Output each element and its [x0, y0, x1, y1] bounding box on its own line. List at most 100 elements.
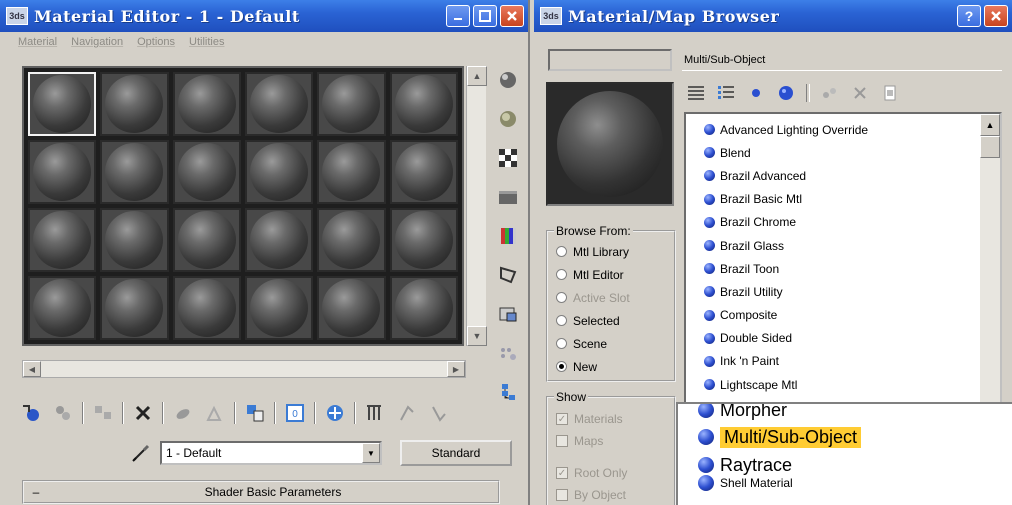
list-item[interactable]: Brazil Chrome — [686, 211, 1000, 234]
go-forward-to-sibling-button[interactable] — [426, 400, 452, 426]
menu-utilities[interactable]: Utilities — [189, 36, 224, 48]
list-item[interactable]: Composite — [686, 304, 1000, 327]
slot-vertical-scrollbar[interactable]: ▲ ▼ — [466, 66, 487, 346]
list-item[interactable]: Ink 'n Paint — [686, 350, 1000, 373]
magnified-list-item[interactable]: Raytrace — [678, 454, 1012, 476]
material-name-value[interactable]: 1 - Default — [162, 446, 362, 460]
make-unique-button[interactable] — [170, 400, 196, 426]
sample-slot[interactable] — [245, 276, 314, 340]
list-item[interactable]: Brazil Glass — [686, 234, 1000, 257]
browse-from-radio[interactable]: Scene — [556, 332, 674, 355]
checkbox-box[interactable]: ✓ — [556, 413, 568, 425]
view-small-icons-button[interactable] — [746, 83, 766, 103]
put-material-to-scene-button[interactable] — [50, 400, 76, 426]
sample-slot[interactable] — [28, 276, 97, 340]
select-by-material-button[interactable] — [494, 339, 522, 367]
chevron-down-icon[interactable]: ▼ — [362, 443, 380, 463]
list-item[interactable]: Brazil Advanced — [686, 164, 1000, 187]
effects-channel-zero-button[interactable]: 0 — [282, 400, 308, 426]
browser-search-input[interactable] — [548, 49, 672, 71]
scroll-down-arrow[interactable]: ▼ — [467, 326, 487, 346]
update-scene-materials-button[interactable] — [820, 83, 840, 103]
video-color-check-button[interactable] — [494, 222, 522, 250]
radio-circle[interactable] — [556, 246, 567, 257]
reset-material-button[interactable] — [130, 400, 156, 426]
browse-from-radio[interactable]: Active Slot — [556, 286, 674, 309]
scroll-up-arrow[interactable]: ▲ — [467, 66, 487, 86]
radio-circle[interactable] — [556, 315, 567, 326]
go-to-parent-button[interactable] — [394, 400, 420, 426]
checkbox-box[interactable] — [556, 435, 568, 447]
sample-slot[interactable] — [245, 140, 314, 204]
background-button[interactable] — [494, 144, 522, 172]
maximize-button[interactable] — [473, 5, 497, 27]
scroll-left-arrow[interactable]: ◀ — [23, 361, 41, 377]
browse-from-radio[interactable]: Selected — [556, 309, 674, 332]
sample-slot[interactable] — [245, 72, 314, 136]
radio-circle[interactable] — [556, 269, 567, 280]
by-object-checkbox[interactable]: By Object — [556, 484, 674, 505]
sample-slot[interactable] — [317, 208, 386, 272]
sample-slot[interactable] — [28, 72, 97, 136]
list-item[interactable]: Brazil Utility — [686, 280, 1000, 303]
checkbox-box[interactable] — [556, 489, 568, 501]
sample-slot[interactable] — [172, 140, 241, 204]
put-to-library-button[interactable] — [202, 400, 228, 426]
options-button[interactable] — [494, 300, 522, 328]
list-scroll-thumb[interactable] — [980, 136, 1000, 158]
radio-circle[interactable] — [556, 338, 567, 349]
list-item[interactable]: Brazil Toon — [686, 257, 1000, 280]
magnified-list-item[interactable]: Multi/Sub-Object — [678, 420, 1012, 454]
menu-navigation[interactable]: Navigation — [71, 36, 123, 48]
root-only-checkbox[interactable]: ✓ Root Only — [556, 462, 674, 484]
list-item[interactable]: Double Sided — [686, 327, 1000, 350]
sample-slot[interactable] — [245, 208, 314, 272]
slot-horizontal-scrollbar[interactable]: ◀ ▶ — [22, 360, 466, 378]
view-large-icons-button[interactable] — [776, 83, 796, 103]
show-map-in-viewport-button[interactable] — [322, 400, 348, 426]
sample-slot[interactable] — [389, 208, 458, 272]
minimize-button[interactable] — [446, 5, 470, 27]
list-item[interactable]: Brazil Basic Mtl — [686, 188, 1000, 211]
browse-from-radio[interactable]: Mtl Editor — [556, 263, 674, 286]
list-item[interactable]: Advanced Lighting Override — [686, 118, 1000, 141]
sample-slot[interactable] — [317, 72, 386, 136]
clear-material-library-button[interactable] — [880, 83, 900, 103]
material-editor-titlebar[interactable]: 3ds Material Editor - 1 - Default — [0, 0, 528, 32]
list-scroll-up-arrow[interactable]: ▲ — [980, 114, 1000, 136]
browser-titlebar[interactable]: 3ds Material/Map Browser ? — [534, 0, 1012, 32]
show-maps-checkbox[interactable]: Maps — [556, 430, 674, 452]
list-item[interactable]: Lightscape Mtl — [686, 373, 1000, 396]
magnified-list-item[interactable]: Shell Material — [678, 475, 1012, 491]
close-button[interactable] — [500, 5, 524, 27]
list-item[interactable]: Blend — [686, 141, 1000, 164]
scroll-right-arrow[interactable]: ▶ — [447, 361, 465, 377]
browse-from-radio[interactable]: New — [556, 355, 674, 378]
sample-slot[interactable] — [172, 276, 241, 340]
delete-from-library-button[interactable] — [850, 83, 870, 103]
radio-circle[interactable] — [556, 292, 567, 303]
sample-slot[interactable] — [28, 140, 97, 204]
show-materials-checkbox[interactable]: ✓ Materials — [556, 408, 674, 430]
sample-slot[interactable] — [28, 208, 97, 272]
sample-slot[interactable] — [389, 140, 458, 204]
make-preview-button[interactable] — [494, 261, 522, 289]
sample-uv-tiling-button[interactable] — [494, 183, 522, 211]
sample-slot[interactable] — [389, 72, 458, 136]
radio-circle[interactable] — [556, 361, 567, 372]
sample-slot[interactable] — [317, 276, 386, 340]
view-list-button[interactable] — [686, 83, 706, 103]
rollout-collapse-icon[interactable]: – — [24, 485, 48, 499]
checkbox-box[interactable]: ✓ — [556, 467, 568, 479]
menu-options[interactable]: Options — [137, 36, 175, 48]
assign-material-button[interactable] — [90, 400, 116, 426]
browser-close-button[interactable] — [984, 5, 1008, 27]
rollout-title[interactable]: Shader Basic Parameters — [48, 485, 498, 499]
material-name-combobox[interactable]: 1 - Default ▼ — [160, 441, 382, 465]
sample-slot[interactable] — [100, 208, 169, 272]
magnified-list-item[interactable]: Morpher — [678, 404, 1012, 420]
sample-slot[interactable] — [100, 276, 169, 340]
material-type-button[interactable]: Standard — [400, 440, 512, 466]
view-list-icons-button[interactable] — [716, 83, 736, 103]
sample-slot[interactable] — [100, 72, 169, 136]
